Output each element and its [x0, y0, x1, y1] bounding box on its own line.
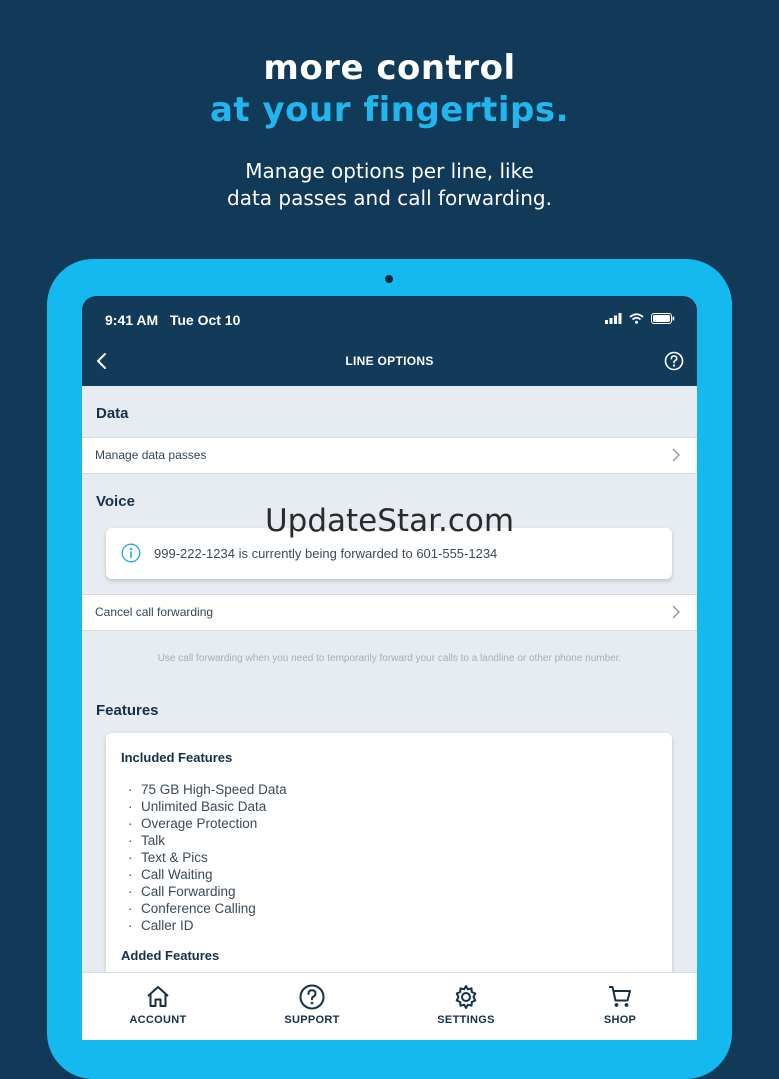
list-item: · Overage Protection	[128, 816, 258, 831]
chevron-right-icon	[672, 605, 680, 619]
tab-label: ACCOUNT	[129, 1014, 187, 1026]
info-icon	[121, 543, 141, 563]
forwarding-status-text: 999-222-1234 is currently being forwarde…	[154, 546, 498, 561]
camera-dot	[385, 275, 393, 283]
cart-icon	[609, 986, 631, 1007]
call-forwarding-helper-text: Use call forwarding when you need to tem…	[157, 653, 622, 664]
list-item: · Talk	[128, 833, 166, 848]
chevron-right-icon	[672, 448, 680, 462]
question-circle-icon	[299, 984, 325, 1010]
section-title-features: Features	[96, 702, 159, 719]
bottom-tab-bar: ACCOUNT SUPPORT SETTINGS SHOP	[82, 972, 697, 1040]
list-item: · Unlimited Basic Data	[128, 799, 267, 814]
status-icons	[605, 313, 675, 324]
tab-label: SETTINGS	[437, 1014, 495, 1026]
list-item: · Call Waiting	[128, 867, 213, 882]
row-label: Cancel call forwarding	[95, 605, 214, 619]
signal-icon	[605, 313, 622, 324]
included-features-title: Included Features	[121, 750, 233, 765]
top-bar: 9:41 AM Tue Oct 10 LINE OPTIONS	[82, 296, 697, 386]
watermark-text: UpdateStar.com	[264, 503, 515, 539]
app-screen: 9:41 AM Tue Oct 10 LINE OPTIONS Data Man…	[82, 296, 697, 1040]
status-time: 9:41 AM Tue Oct 10	[105, 312, 241, 328]
tab-account[interactable]: ACCOUNT	[98, 973, 218, 1040]
home-icon	[147, 986, 169, 1007]
added-features-title: Added Features	[121, 948, 220, 963]
promo-subtitle-line2: data passes and call forwarding.	[227, 186, 552, 210]
tab-label: SHOP	[603, 1014, 637, 1026]
page-title: LINE OPTIONS	[345, 354, 434, 368]
promo-headline: more control	[263, 48, 516, 88]
promo-subtitle: Manage options per line, like data passe…	[0, 158, 779, 212]
cancel-call-forwarding-row[interactable]: Cancel call forwarding	[82, 594, 697, 631]
list-item: · Text & Pics	[128, 850, 208, 865]
row-label: Manage data passes	[95, 448, 207, 462]
tab-label: SUPPORT	[284, 1014, 340, 1026]
tab-settings[interactable]: SETTINGS	[406, 973, 526, 1040]
section-title-data: Data	[96, 405, 129, 422]
list-item: · Call Forwarding	[128, 884, 236, 899]
list-item: · Caller ID	[128, 918, 194, 933]
help-icon[interactable]	[664, 351, 684, 371]
manage-data-passes-row[interactable]: Manage data passes	[82, 437, 697, 474]
list-item: · Conference Calling	[128, 901, 256, 916]
wifi-icon	[629, 313, 644, 324]
included-features-list: · 75 GB High-Speed Data · Unlimited Basic …	[128, 781, 287, 934]
promo-headline-accent: at your fingertips.	[209, 90, 570, 130]
gear-icon	[455, 985, 477, 1009]
battery-icon	[651, 313, 675, 324]
features-card: Included Features · 75 GB High-Speed Data…	[106, 733, 672, 993]
tab-support[interactable]: SUPPORT	[252, 973, 372, 1040]
tab-shop[interactable]: SHOP	[560, 973, 680, 1040]
promo-subtitle-line1: Manage options per line, like	[245, 159, 534, 183]
list-item: · 75 GB High-Speed Data	[128, 782, 287, 797]
